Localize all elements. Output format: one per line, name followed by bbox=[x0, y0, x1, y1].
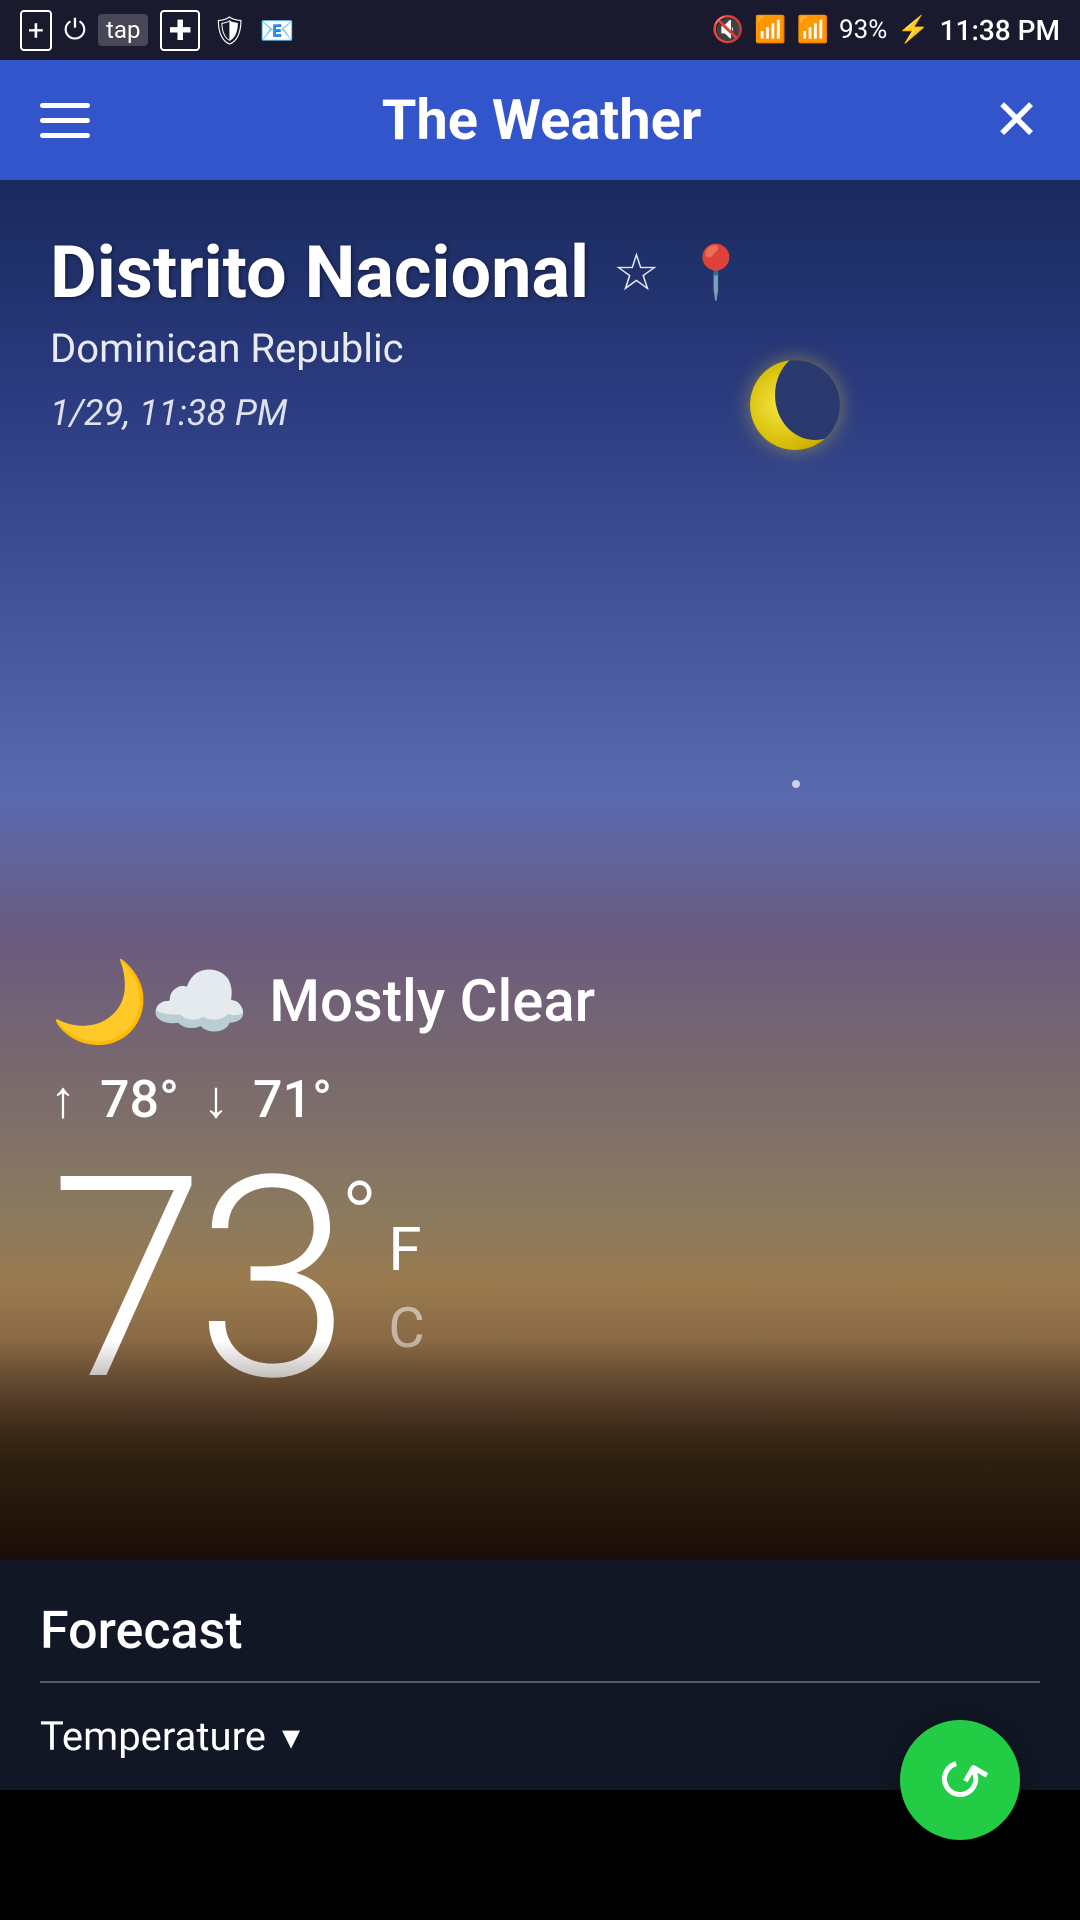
favorite-star-icon[interactable]: ☆ bbox=[613, 242, 660, 303]
shield-icon: 🛡 bbox=[212, 14, 248, 47]
status-bar: + ⏻ tap ✚ 🛡 📧 🔇 📶 📶 93% ⚡ 11:38 PM bbox=[0, 0, 1080, 60]
location-datetime: 1/29, 11:38 PM bbox=[50, 392, 748, 434]
status-bar-right: 🔇 📶 📶 93% ⚡ 11:38 PM bbox=[712, 14, 1060, 47]
refresh-icon: ↺ bbox=[920, 1737, 999, 1824]
app-title: The Weather bbox=[382, 87, 702, 153]
location-pin-icon[interactable]: 📍 bbox=[684, 242, 749, 303]
fahrenheit-unit[interactable]: F bbox=[388, 1220, 424, 1280]
refresh-fab-button[interactable]: ↺ bbox=[900, 1720, 1020, 1840]
weather-condition: 🌙☁️ Mostly Clear bbox=[50, 955, 595, 1049]
weather-condition-icon: 🌙☁️ bbox=[50, 955, 249, 1049]
status-bar-left: + ⏻ tap ✚ 🛡 📧 bbox=[20, 10, 294, 51]
email-icon: 📧 bbox=[259, 14, 294, 47]
trees-overlay bbox=[0, 1340, 1080, 1560]
tap-icon: tap bbox=[98, 14, 148, 46]
moon-image bbox=[750, 360, 840, 450]
time-display: 11:38 PM bbox=[940, 14, 1060, 47]
battery-icon: ⚡ bbox=[897, 15, 929, 45]
power-icon: ⏻ bbox=[64, 13, 86, 47]
location-name: Distrito Nacional bbox=[50, 230, 589, 315]
bluetooth-icon: 🔇 bbox=[712, 15, 744, 45]
nav-bar: The Weather ✕ bbox=[0, 60, 1080, 180]
location-country: Dominican Republic bbox=[50, 325, 748, 372]
dropdown-arrow-icon[interactable]: ▾ bbox=[282, 1716, 300, 1758]
forecast-divider bbox=[40, 1681, 1040, 1683]
forecast-filter-label: Temperature bbox=[40, 1713, 266, 1760]
cross-icon: ✚ bbox=[160, 10, 199, 51]
star-dot bbox=[792, 780, 800, 788]
forecast-filter-row[interactable]: Temperature ▾ bbox=[40, 1703, 1040, 1770]
forecast-title: Forecast bbox=[40, 1600, 1040, 1661]
battery-percent: 93% bbox=[839, 15, 887, 45]
wifi-icon: 📶 bbox=[754, 15, 786, 45]
temp-unit-selector: F C bbox=[388, 1220, 424, 1356]
weather-condition-text: Mostly Clear bbox=[269, 968, 595, 1036]
weather-background: Distrito Nacional ☆ 📍 Dominican Republic… bbox=[0, 180, 1080, 1560]
add-icon: + bbox=[20, 10, 52, 51]
location-info: Distrito Nacional ☆ 📍 Dominican Republic… bbox=[50, 230, 748, 434]
close-button[interactable]: ✕ bbox=[993, 87, 1040, 153]
degree-symbol: ° bbox=[341, 1170, 379, 1270]
signal-icon: 📶 bbox=[797, 15, 829, 45]
menu-button[interactable] bbox=[40, 103, 90, 138]
